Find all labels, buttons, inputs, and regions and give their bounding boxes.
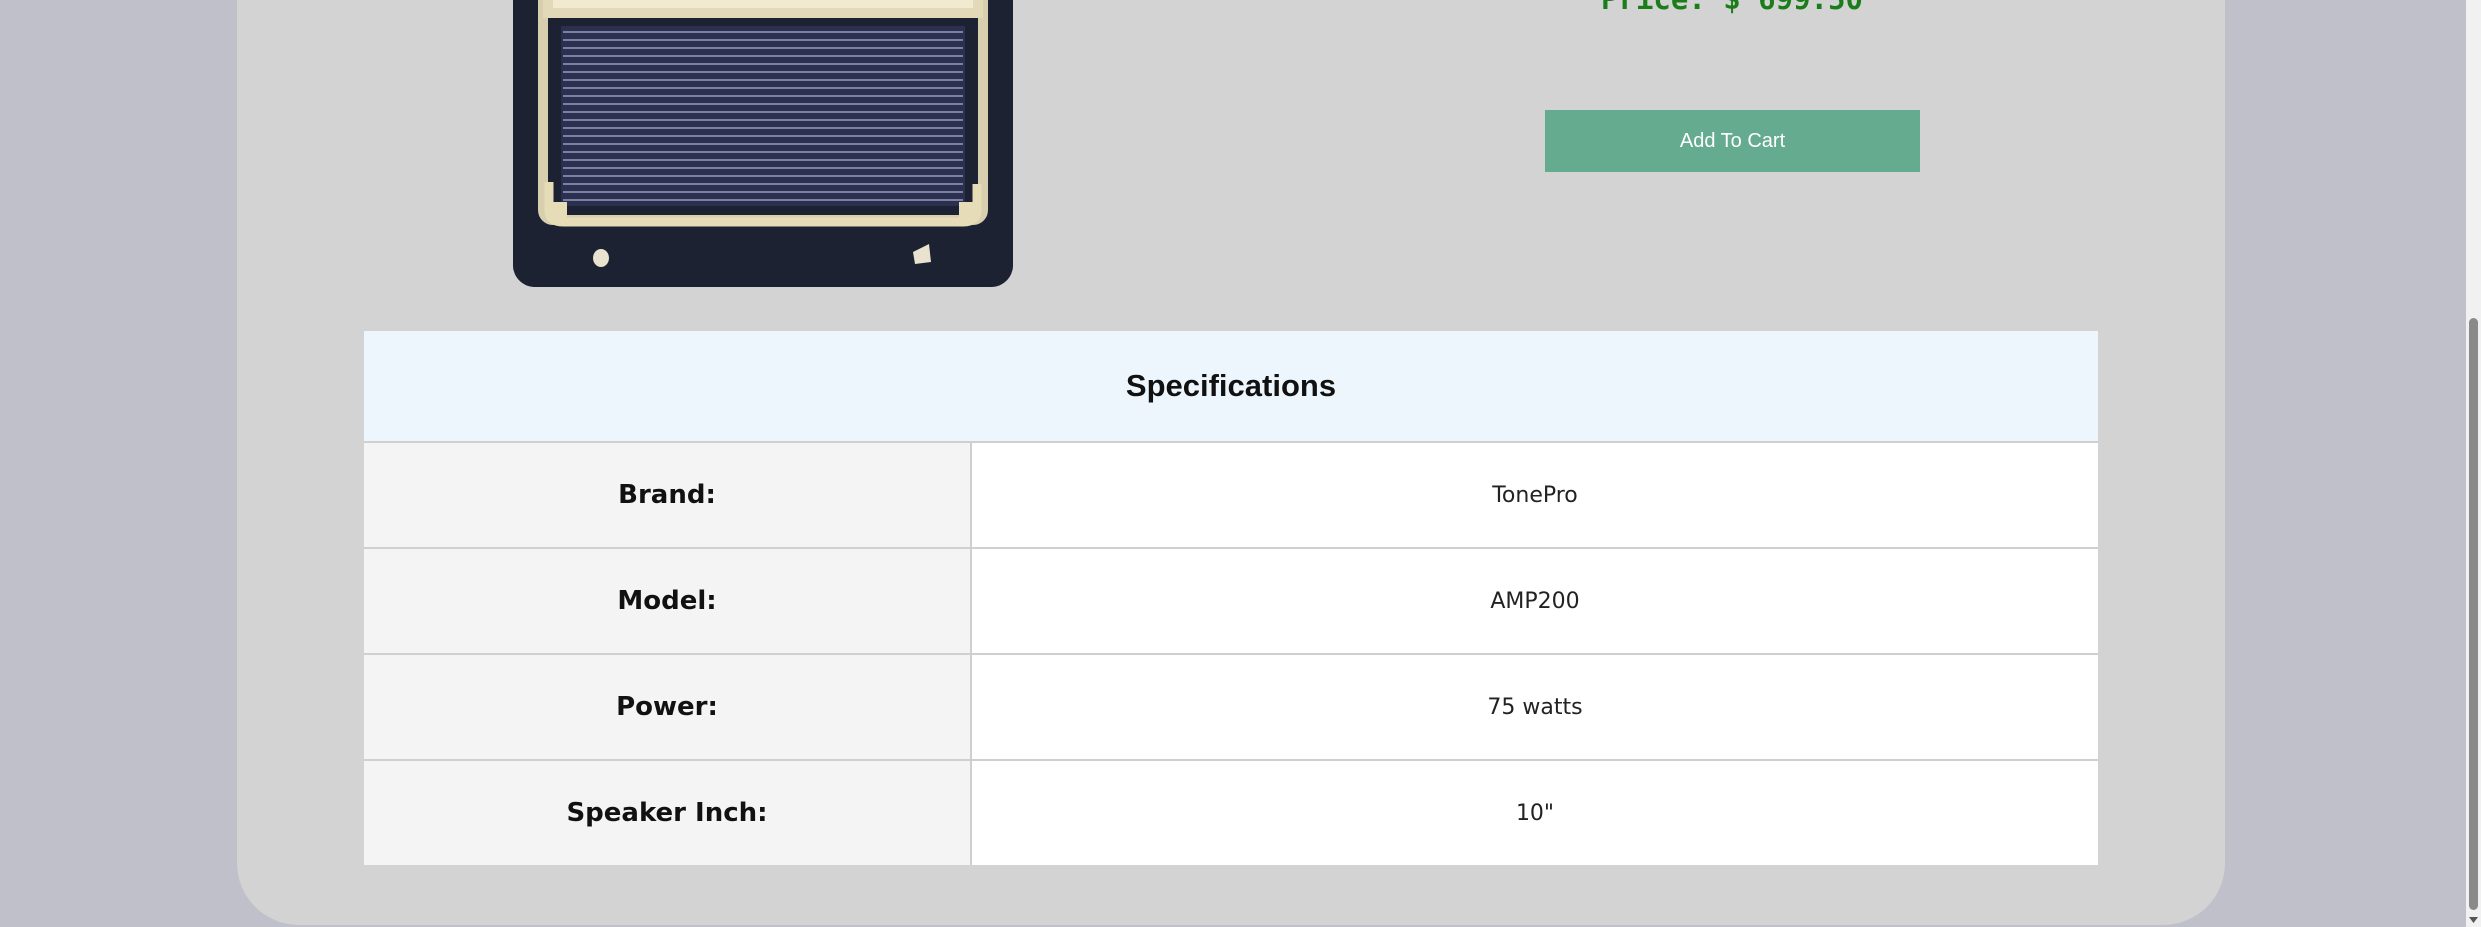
scrollbar-thumb[interactable] (2469, 318, 2478, 910)
spec-row-speaker-inch: Speaker Inch: 10" (364, 760, 2098, 865)
spec-value: 75 watts (971, 654, 2098, 761)
spec-row-brand: Brand: TonePro (364, 442, 2098, 549)
product-image (513, 0, 1013, 287)
page: Price: $ 699.50 Add To Cart Specificatio… (0, 0, 2481, 927)
spec-row-model: Model: AMP200 (364, 548, 2098, 655)
amplifier-illustration (513, 0, 1013, 287)
spec-label: Brand: (364, 442, 972, 549)
specifications-table: Specifications Brand: TonePro Model: AMP… (364, 331, 2098, 865)
spec-value: 10" (971, 760, 2098, 865)
spec-value: TonePro (971, 442, 2098, 549)
spec-label: Model: (364, 548, 972, 655)
specifications-title: Specifications (364, 331, 2098, 443)
spec-value: AMP200 (971, 548, 2098, 655)
spec-row-power: Power: 75 watts (364, 654, 2098, 761)
product-price: Price: $ 699.50 (1544, 0, 1920, 14)
specifications-header-row: Specifications (364, 331, 2098, 443)
add-to-cart-button[interactable]: Add To Cart (1545, 110, 1920, 172)
spec-label: Speaker Inch: (364, 760, 972, 865)
spec-label: Power: (364, 654, 972, 761)
scroll-down-icon[interactable] (2466, 912, 2481, 927)
